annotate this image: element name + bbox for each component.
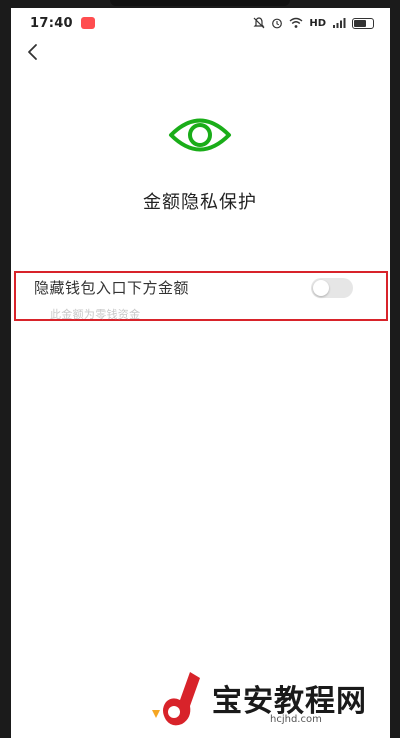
battery-icon <box>352 17 374 29</box>
watermark-logo-icon <box>152 672 200 726</box>
wifi-icon <box>289 17 303 28</box>
toggle-knob <box>313 280 329 296</box>
phone-frame-left <box>0 0 11 738</box>
status-left: 17:40 <box>30 16 95 31</box>
eye-icon <box>169 118 231 152</box>
hide-amount-toggle[interactable] <box>311 278 353 298</box>
setting-label: 隐藏钱包入口下方金额 <box>34 279 190 297</box>
status-bar: 17:40 HD <box>30 12 374 34</box>
mute-icon <box>253 17 265 29</box>
page-title: 金额隐私保护 <box>143 192 257 213</box>
phone-notch <box>110 0 290 6</box>
status-right: HD <box>253 17 374 29</box>
status-time: 17:40 <box>30 15 73 31</box>
network-type-label: HD <box>309 17 326 29</box>
setting-sublabel: 此金额为零钱资金 <box>50 308 141 321</box>
watermark-url: hcjhd.com <box>270 714 322 725</box>
phone-screen: 17:40 HD 金额隐私保护 隐藏钱包入口下方金额 此金额为零钱资金 宝安教程… <box>0 0 400 738</box>
chevron-left-icon <box>28 44 37 60</box>
alarm-icon <box>272 18 283 29</box>
phone-frame-right <box>390 0 400 738</box>
notification-badge-icon <box>80 17 95 29</box>
watermark: 宝安教程网 hcjhd.com <box>150 670 392 732</box>
signal-icon <box>333 18 346 28</box>
back-button[interactable] <box>20 40 44 64</box>
